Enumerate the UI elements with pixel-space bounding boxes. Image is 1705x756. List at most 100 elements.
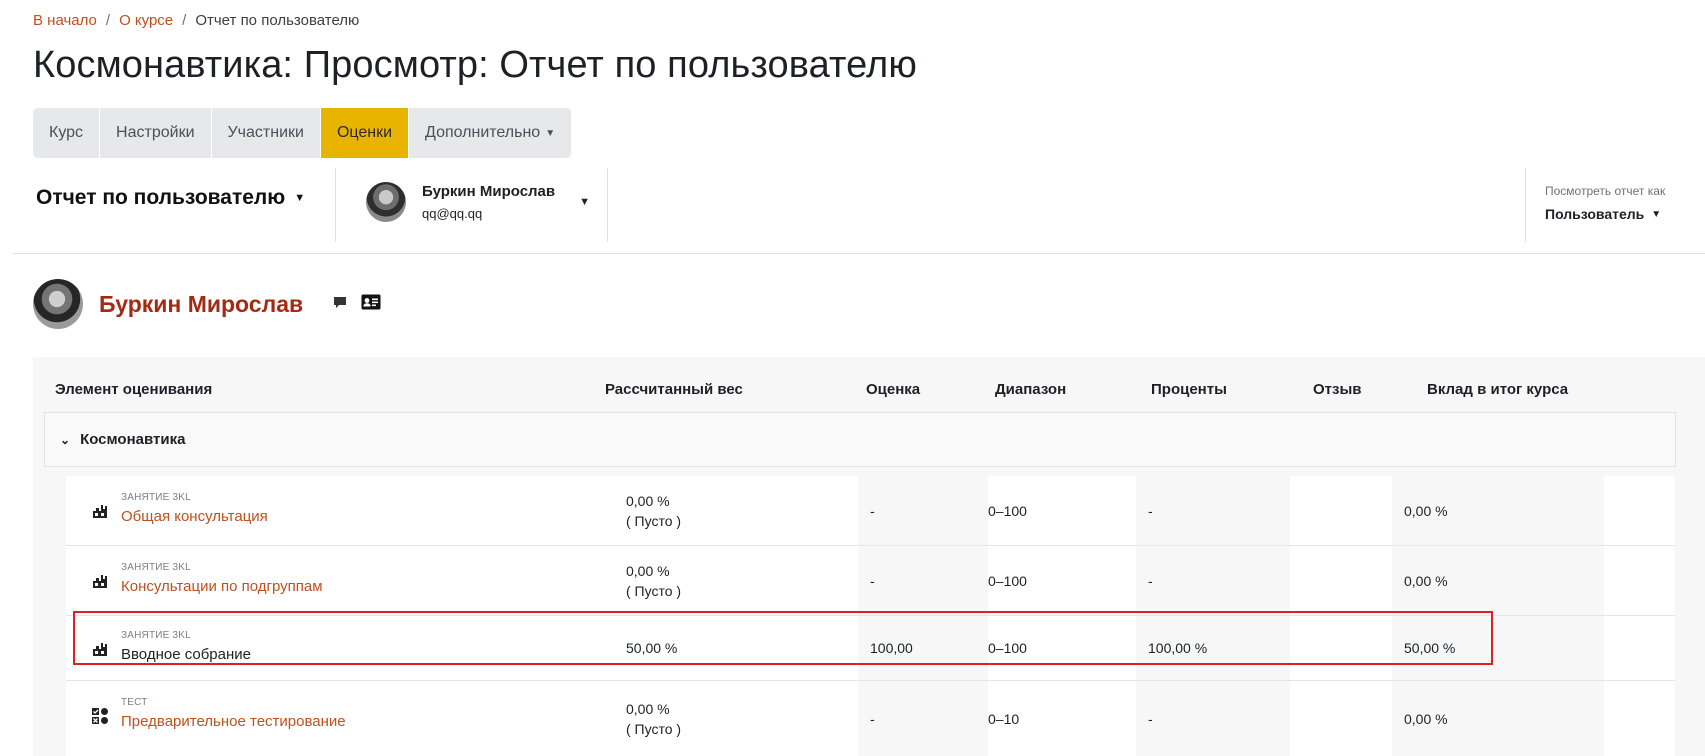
column-header-percent: Проценты	[1151, 381, 1227, 398]
weight-value: 0,00 %	[626, 562, 670, 579]
view-as-value: Пользователь	[1545, 206, 1645, 222]
contribution-value: 0,00 %	[1404, 572, 1448, 589]
column-header-feedback: Отзыв	[1313, 381, 1362, 398]
view-as-dropdown[interactable]: Пользователь ▼	[1545, 206, 1695, 222]
contribution-value: 0,00 %	[1404, 710, 1448, 727]
tab-settings[interactable]: Настройки	[100, 108, 212, 158]
grade-table: Элемент оценивания Рассчитанный вес Оцен…	[33, 357, 1705, 756]
breadcrumb-course-link[interactable]: О курсе	[119, 12, 173, 29]
weight-value: 0,00 %	[626, 492, 670, 509]
grade-value: -	[870, 572, 875, 589]
weight-value: 0,00 %	[626, 700, 670, 717]
chevron-down-icon: ▼	[545, 127, 556, 139]
report-toolbar: Отчет по пользователю ▼ Буркин Мирослав …	[33, 168, 1705, 252]
quiz-icon	[91, 707, 109, 730]
toolbar-separator	[13, 253, 1705, 254]
view-as-label: Посмотреть отчет как	[1545, 184, 1666, 198]
range-value: 0–10	[988, 710, 1020, 727]
percent-value: -	[1148, 502, 1153, 519]
table-row: Занятие 3KL Консультации по подгруппам 0…	[66, 546, 1675, 616]
user-avatar[interactable]	[33, 279, 83, 329]
grade-item-link[interactable]: Консультации по подгруппам	[121, 578, 323, 595]
view-as-selector: Посмотреть отчет как Пользователь ▼	[1545, 184, 1695, 222]
activity-icon	[91, 572, 109, 595]
weight-note: ( Пусто )	[626, 512, 682, 529]
profile-card-icon[interactable]	[361, 294, 381, 315]
weight-cell: 0,00 % ( Пусто )	[626, 681, 681, 756]
user-header: Буркин Мирослав	[33, 279, 381, 329]
tab-participants[interactable]: Участники	[211, 108, 321, 158]
chevron-down-icon: ▼	[294, 192, 306, 204]
grade-item-name: Вводное собрание	[121, 646, 251, 663]
weight-note: ( Пусто )	[626, 720, 682, 737]
chevron-down-icon: ▼	[579, 196, 591, 208]
range-value: 0–100	[988, 572, 1027, 589]
contribution-cell: 0,00 %	[1392, 681, 1604, 756]
contribution-value: 0,00 %	[1404, 502, 1448, 519]
grade-cell: -	[858, 681, 988, 756]
category-name: Космонавтика	[80, 431, 186, 448]
table-row: Тест Предварительное тестирование 0,00 %…	[66, 681, 1675, 756]
page-title: Космонавтика: Просмотр: Отчет по пользов…	[33, 44, 917, 86]
column-header-grade: Оценка	[866, 381, 921, 398]
grade-cell: -	[858, 546, 988, 615]
range-value: 0–100	[988, 640, 1027, 656]
percent-cell: 100,00 %	[1136, 616, 1290, 680]
weight-cell: 0,00 % ( Пусто )	[626, 476, 681, 545]
grade-value: -	[870, 710, 875, 727]
item-type: Тест	[121, 697, 148, 708]
column-header-contribution: Вклад в итог курса	[1427, 381, 1569, 398]
range-value: 0–100	[988, 502, 1027, 519]
grade-cell: -	[858, 476, 988, 545]
toolbar-divider	[607, 168, 608, 242]
tab-label: Дополнительно	[425, 124, 541, 141]
report-selector[interactable]: Отчет по пользователю ▼	[36, 186, 305, 210]
percent-cell: -	[1136, 476, 1290, 545]
range-cell: 0–100	[988, 616, 1027, 680]
tab-label: Оценки	[336, 124, 393, 141]
chevron-down-icon: ▼	[1651, 208, 1662, 220]
weight-cell: 0,00 % ( Пусто )	[626, 546, 681, 615]
selected-user-name: Буркин Мирослав	[422, 183, 556, 200]
column-header-weight: Рассчитанный вес	[605, 381, 743, 398]
user-selector[interactable]: Буркин Мирослав qq@qq.qq ▼	[366, 182, 590, 222]
user-avatar	[366, 182, 406, 222]
tab-grades[interactable]: Оценки	[320, 108, 410, 158]
item-type: Занятие 3KL	[121, 562, 191, 573]
user-name-link[interactable]: Буркин Мирослав	[99, 291, 303, 318]
grade-item-link[interactable]: Предварительное тестирование	[121, 713, 346, 730]
percent-value: 100,00 %	[1148, 640, 1208, 656]
range-cell: 0–10	[988, 681, 1019, 756]
breadcrumb-home-link[interactable]: В начало	[33, 12, 97, 29]
grade-value: 100,00	[870, 640, 913, 656]
message-icon[interactable]	[333, 295, 347, 314]
weight-note: ( Пусто )	[626, 582, 682, 599]
course-nav-tabs: Курс Настройки Участники Оценки Дополнит…	[33, 108, 572, 158]
tab-more[interactable]: Дополнительно ▼	[409, 108, 572, 158]
grade-item-link[interactable]: Общая консультация	[121, 508, 268, 525]
column-header-item: Элемент оценивания	[55, 381, 213, 398]
tab-course[interactable]: Курс	[33, 108, 101, 158]
breadcrumb-separator: /	[105, 12, 111, 29]
breadcrumb: В начало / О курсе / Отчет по пользовате…	[33, 12, 359, 29]
tab-label: Настройки	[116, 124, 195, 141]
table-row-highlighted: Занятие 3KL Вводное собрание 50,00 % 100…	[66, 616, 1675, 681]
breadcrumb-separator: /	[182, 12, 187, 29]
selected-user-email: qq@qq.qq	[422, 206, 483, 221]
category-row[interactable]: ⌄ Космонавтика	[44, 412, 1676, 467]
contribution-cell: 0,00 %	[1392, 546, 1604, 615]
tab-label: Курс	[49, 124, 84, 141]
range-cell: 0–100	[988, 476, 1027, 545]
column-header-range: Диапазон	[995, 381, 1067, 398]
table-row: Занятие 3KL Общая консультация 0,00 % ( П…	[66, 476, 1675, 546]
activity-icon	[91, 502, 109, 525]
item-type: Занятие 3KL	[121, 492, 191, 503]
contribution-cell: 50,00 %	[1392, 616, 1604, 680]
weight-cell: 50,00 %	[626, 616, 677, 680]
activity-icon	[91, 640, 109, 663]
tab-label: Участники	[227, 124, 304, 141]
toolbar-divider	[1525, 168, 1526, 242]
item-type: Занятие 3KL	[121, 630, 191, 641]
report-selector-label: Отчет по пользователю	[36, 186, 286, 209]
chevron-down-icon[interactable]: ⌄	[60, 433, 70, 447]
